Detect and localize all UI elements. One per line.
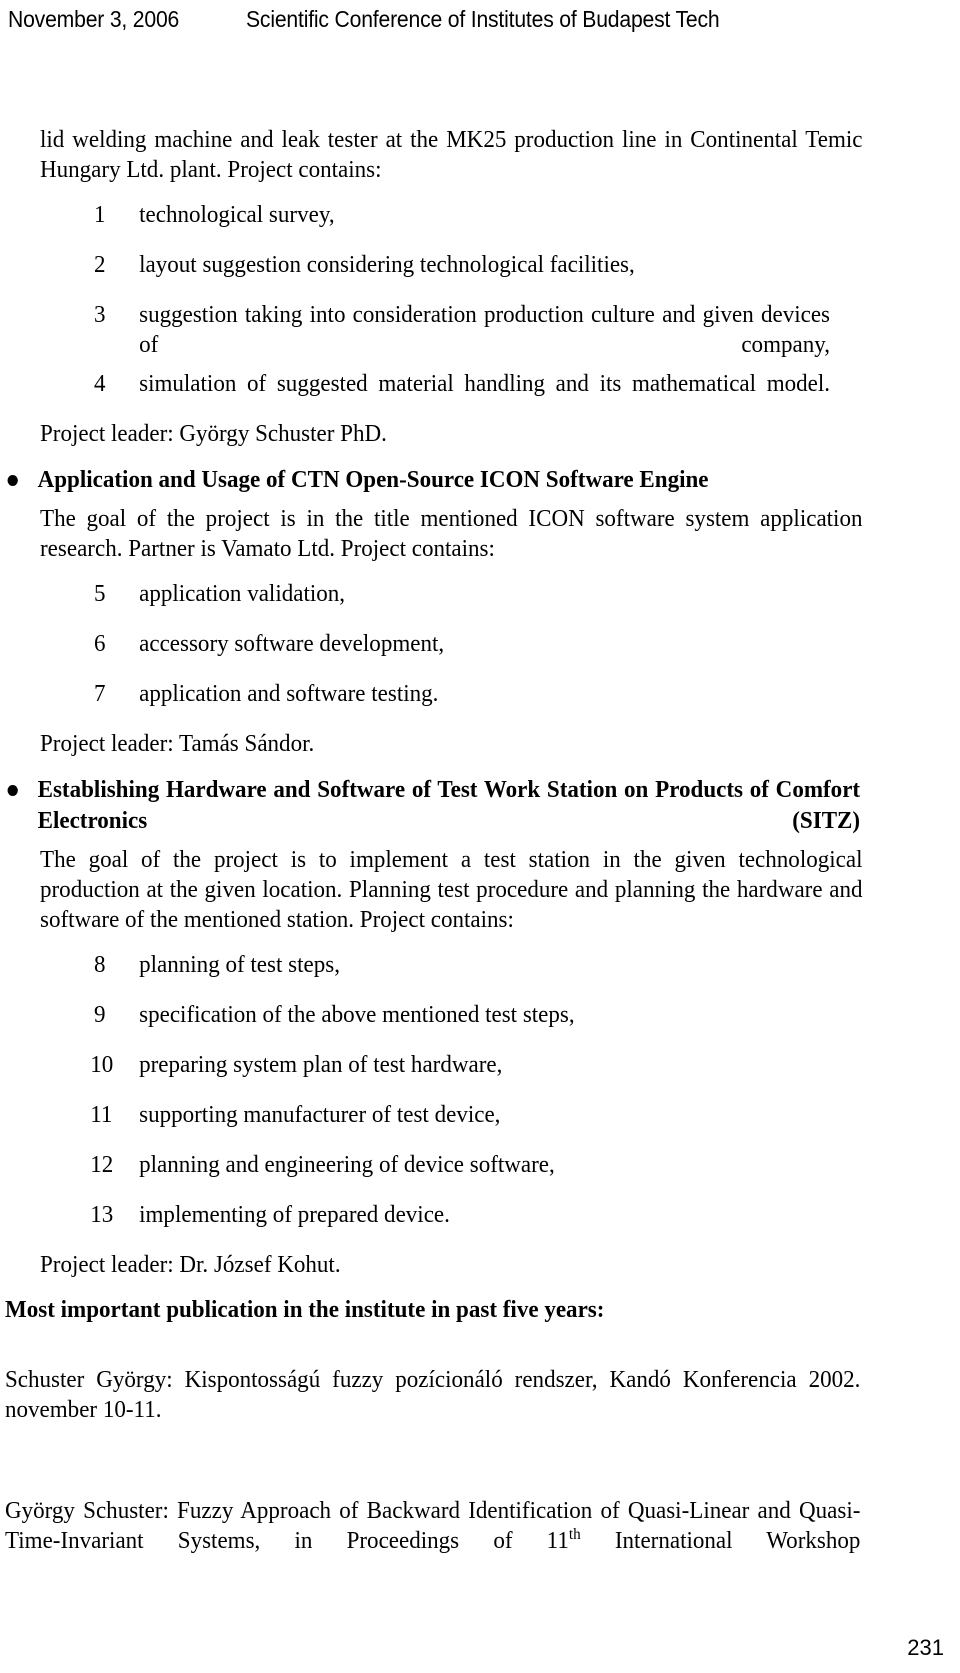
bullet-icon	[7, 785, 18, 796]
list-item-text: planning and engineering of device softw…	[139, 1151, 555, 1178]
list-item-number: 13	[90, 1201, 114, 1228]
list-item-text: supporting manufacturer of test device,	[139, 1101, 501, 1128]
bullet-icon	[7, 475, 18, 486]
list-item: 13 implementing of prepared device.	[0, 1200, 830, 1241]
list-item-number: 7	[94, 680, 106, 707]
list-item-text: simulation of suggested material handlin…	[139, 370, 831, 397]
publication-two: György Schuster: Fuzzy Approach of Backw…	[5, 1496, 860, 1556]
numbered-list-one: 1 technological survey, 2 layout suggest…	[0, 200, 960, 410]
list-item: 5 application validation,	[0, 579, 830, 620]
list-item-text: application validation,	[139, 580, 346, 607]
list-item: 4 simulation of suggested material handl…	[0, 369, 830, 410]
project-leader-one: Project leader: György Schuster PhD.	[40, 420, 387, 447]
section-heading-two-text: Application and Usage of CTN Open-Source…	[37, 466, 709, 493]
list-item-number: 1	[94, 201, 106, 228]
list-item-number: 11	[90, 1101, 113, 1128]
header-title: Scientific Conference of Institutes of B…	[246, 6, 720, 32]
publication-two-text-b: International Workshop	[580, 1526, 861, 1554]
list-item-text: accessory software development,	[139, 630, 445, 657]
list-item-number: 9	[94, 1001, 106, 1028]
paragraph-two: The goal of the project is in the title …	[40, 505, 863, 562]
numbered-list-three: 8 planning of test steps, 9 specificatio…	[0, 950, 960, 1241]
list-item-number: 3	[94, 301, 106, 328]
running-header: November 3, 2006 Scientific Conference of…	[8, 6, 952, 40]
section-heading-three: Establishing Hardware and Software of Te…	[0, 774, 860, 836]
section-heading-three-text: Establishing Hardware and Software of Te…	[37, 776, 861, 834]
intro-paragraph: lid welding machine and leak tester at t…	[40, 126, 863, 183]
project-leader-two: Project leader: Tamás Sándor.	[40, 730, 315, 757]
list-item-number: 10	[90, 1051, 114, 1078]
list-item-text: layout suggestion considering technologi…	[139, 251, 635, 278]
list-item: 12 planning and engineering of device so…	[0, 1150, 830, 1191]
list-item-number: 4	[94, 370, 106, 397]
project-leader-three: Project leader: Dr. József Kohut.	[40, 1251, 341, 1278]
publication-two-superscript: th	[568, 1525, 581, 1543]
list-item: 6 accessory software development,	[0, 629, 830, 670]
list-item-text: technological survey,	[139, 201, 335, 228]
list-item: 2 layout suggestion considering technolo…	[0, 250, 830, 291]
list-item-text: implementing of prepared device.	[139, 1201, 450, 1228]
list-item: 9 specification of the above mentioned t…	[0, 1000, 830, 1041]
list-item-text: specification of the above mentioned tes…	[139, 1001, 575, 1028]
list-item: 11 supporting manufacturer of test devic…	[0, 1100, 830, 1141]
list-item: 3 suggestion taking into consideration p…	[0, 300, 830, 360]
list-item-number: 2	[94, 251, 106, 278]
numbered-list-two: 5 application validation, 6 accessory so…	[0, 579, 960, 720]
list-item-number: 5	[94, 580, 106, 607]
page-body: lid welding machine and leak tester at t…	[0, 125, 960, 1580]
list-item-text: planning of test steps,	[139, 951, 340, 978]
list-item-number: 6	[94, 630, 106, 657]
section-heading-two: Application and Usage of CTN Open-Source…	[0, 464, 860, 495]
header-date: November 3, 2006	[8, 6, 180, 32]
document-page: November 3, 2006 Scientific Conference of…	[0, 0, 960, 1673]
list-item-number: 12	[90, 1151, 114, 1178]
publications-heading: Most important publication in the instit…	[5, 1296, 605, 1323]
publication-one: Schuster György: Kispontosságú fuzzy poz…	[5, 1365, 861, 1423]
list-item-text: application and software testing.	[139, 680, 439, 707]
list-item-text: preparing system plan of test hardware,	[139, 1051, 503, 1078]
list-item: 8 planning of test steps,	[0, 950, 830, 991]
list-item: 7 application and software testing.	[0, 679, 830, 720]
list-item-text: suggestion taking into consideration pro…	[139, 301, 831, 358]
list-item-number: 8	[94, 951, 106, 978]
list-item: 1 technological survey,	[0, 200, 830, 241]
paragraph-three: The goal of the project is to implement …	[40, 846, 863, 933]
page-number: 231	[907, 1635, 944, 1660]
list-item: 10 preparing system plan of test hardwar…	[0, 1050, 830, 1091]
